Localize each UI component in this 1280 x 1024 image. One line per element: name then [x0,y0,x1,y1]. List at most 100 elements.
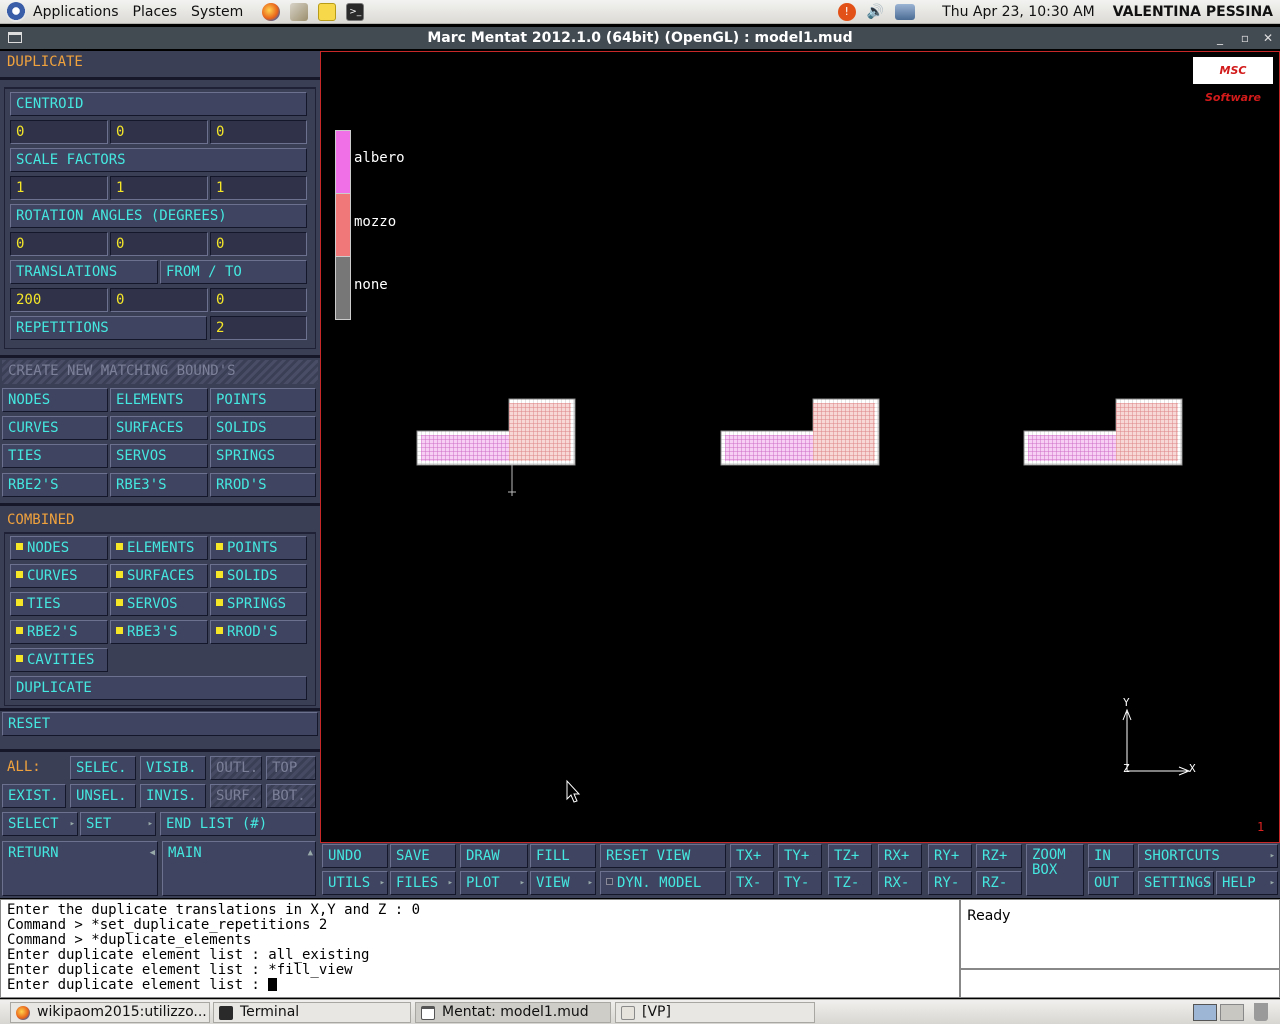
dyn-model-toggle[interactable]: DYN. MODEL [600,871,726,895]
zoom-out-button[interactable]: OUT [1088,871,1134,895]
workspace-1[interactable] [1193,1004,1217,1021]
zoom-in-button[interactable]: IN [1088,844,1134,868]
rz-plus-button[interactable]: RZ+ [976,844,1022,868]
return-button[interactable]: RETURN ◀ [2,841,158,896]
maximize-icon[interactable]: ▫ [1235,27,1255,49]
ty-plus-button[interactable]: TY+ [778,844,822,868]
tx-minus-button[interactable]: TX- [730,871,774,895]
end-list-button[interactable]: END LIST (#) [160,812,316,836]
combined-points[interactable]: POINTS [210,536,307,560]
combined-springs[interactable]: SPRINGS [210,592,307,616]
network-icon[interactable] [895,3,916,20]
translations-button[interactable]: TRANSLATIONS [10,260,158,284]
rx-plus-button[interactable]: RX+ [878,844,922,868]
utils-button[interactable]: UTILS ▸ [322,871,388,895]
entity-nodes[interactable]: NODES [2,388,108,412]
entity-solids[interactable]: SOLIDS [210,416,316,440]
console-prompt[interactable]: Enter duplicate element list : [7,977,268,993]
combined-solids[interactable]: SOLIDS [210,564,307,588]
task-terminal[interactable]: Terminal [213,1002,411,1023]
task-firefox[interactable]: wikipaom2015:utilizzo... [10,1002,210,1023]
rotation-z[interactable]: 0 [210,232,307,256]
top-button[interactable]: TOP [266,756,316,780]
fill-button[interactable]: FILL [530,844,596,868]
translation-y[interactable]: 0 [110,288,208,312]
scale-factors-button[interactable]: SCALE FACTORS [10,148,307,172]
rotation-x[interactable]: 0 [10,232,108,256]
surface-button[interactable]: SURF. [210,784,262,808]
window-menu-icon[interactable] [8,32,22,43]
centroid-x[interactable]: 0 [10,120,108,144]
centroid-y[interactable]: 0 [110,120,208,144]
mail-icon[interactable] [290,2,309,21]
menu-places[interactable]: Places [126,0,185,24]
combined-surfaces[interactable]: SURFACES [110,564,208,588]
entity-points[interactable]: POINTS [210,388,316,412]
entity-springs[interactable]: SPRINGS [210,444,316,468]
combined-rbe3s[interactable]: RBE3'S [110,620,208,644]
scale-x[interactable]: 1 [10,176,108,200]
select-all-invisible[interactable]: INVIS. [140,784,206,808]
rotation-y[interactable]: 0 [110,232,208,256]
ry-minus-button[interactable]: RY- [928,871,972,895]
zoom-box-button[interactable]: ZOOM BOX [1026,844,1084,896]
from-to-button[interactable]: FROM / TO [160,260,307,284]
plot-button[interactable]: PLOT ▸ [460,871,528,895]
workspace-2[interactable] [1220,1004,1244,1021]
entity-surfaces[interactable]: SURFACES [110,416,208,440]
combined-rbe2s[interactable]: RBE2'S [10,620,108,644]
combined-ties[interactable]: TIES [10,592,108,616]
reset-button[interactable]: RESET [2,712,318,736]
entity-rrods[interactable]: RROD'S [210,473,316,497]
create-matching-bounds-toggle[interactable]: CREATE NEW MATCHING BOUND'S [2,360,318,384]
view-button[interactable]: VIEW ▸ [530,871,596,895]
repetitions-button[interactable]: REPETITIONS [10,316,207,340]
select-all-selected[interactable]: SELEC. [70,756,136,780]
entity-rbe2s[interactable]: RBE2'S [2,473,108,497]
rz-minus-button[interactable]: RZ- [976,871,1022,895]
set-button[interactable]: SET ▸ [80,812,156,836]
tz-minus-button[interactable]: TZ- [828,871,872,895]
help-button[interactable]: HELP ▸ [1216,871,1278,895]
centroid-z[interactable]: 0 [210,120,307,144]
clock[interactable]: Thu Apr 23, 10:30 AM [942,4,1095,20]
combined-nodes[interactable]: NODES [10,536,108,560]
files-button[interactable]: FILES ▸ [390,871,456,895]
draw-button[interactable]: DRAW [460,844,528,868]
shortcuts-button[interactable]: SHORTCUTS ▸ [1138,844,1278,868]
entity-rbe3s[interactable]: RBE3'S [110,473,208,497]
rotation-angles-button[interactable]: ROTATION ANGLES (DEGREES) [10,204,307,228]
save-button[interactable]: SAVE [390,844,456,868]
tx-plus-button[interactable]: TX+ [730,844,774,868]
select-button[interactable]: SELECT ▸ [2,812,78,836]
scale-y[interactable]: 1 [110,176,208,200]
undo-button[interactable]: UNDO [322,844,388,868]
combined-cavities[interactable]: CAVITIES [10,648,108,672]
rx-minus-button[interactable]: RX- [878,871,922,895]
trash-icon[interactable] [1254,1003,1268,1021]
reset-view-button[interactable]: RESET VIEW [600,844,726,868]
outline-button[interactable]: OUTL. [210,756,262,780]
translation-x[interactable]: 200 [10,288,108,312]
notes-icon[interactable] [318,2,337,21]
entity-ties[interactable]: TIES [2,444,108,468]
close-icon[interactable]: ✕ [1258,27,1278,49]
graphics-viewport[interactable]: MSC Software albero mozzo none Y X Z 1 [320,51,1280,843]
task-vp-folder[interactable]: [VP] [615,1002,815,1023]
combined-rrods[interactable]: RROD'S [210,620,307,644]
task-mentat[interactable]: Mentat: model1.mud [415,1002,611,1023]
settings-button[interactable]: SETTINGS ▸ [1138,871,1214,895]
ty-minus-button[interactable]: TY- [778,871,822,895]
ry-plus-button[interactable]: RY+ [928,844,972,868]
translation-z[interactable]: 0 [210,288,307,312]
duplicate-button[interactable]: DUPLICATE [10,676,307,700]
combined-servos[interactable]: SERVOS [110,592,208,616]
centroid-button[interactable]: CENTROID [10,92,307,116]
firefox-icon[interactable] [262,2,281,21]
entity-curves[interactable]: CURVES [2,416,108,440]
user-name[interactable]: VALENTINA PESSINA [1113,4,1273,20]
entity-servos[interactable]: SERVOS [110,444,208,468]
select-all-unselected[interactable]: UNSEL. [70,784,136,808]
update-alert-icon[interactable]: ! [837,2,856,21]
repetitions-input[interactable]: 2 [210,316,307,340]
